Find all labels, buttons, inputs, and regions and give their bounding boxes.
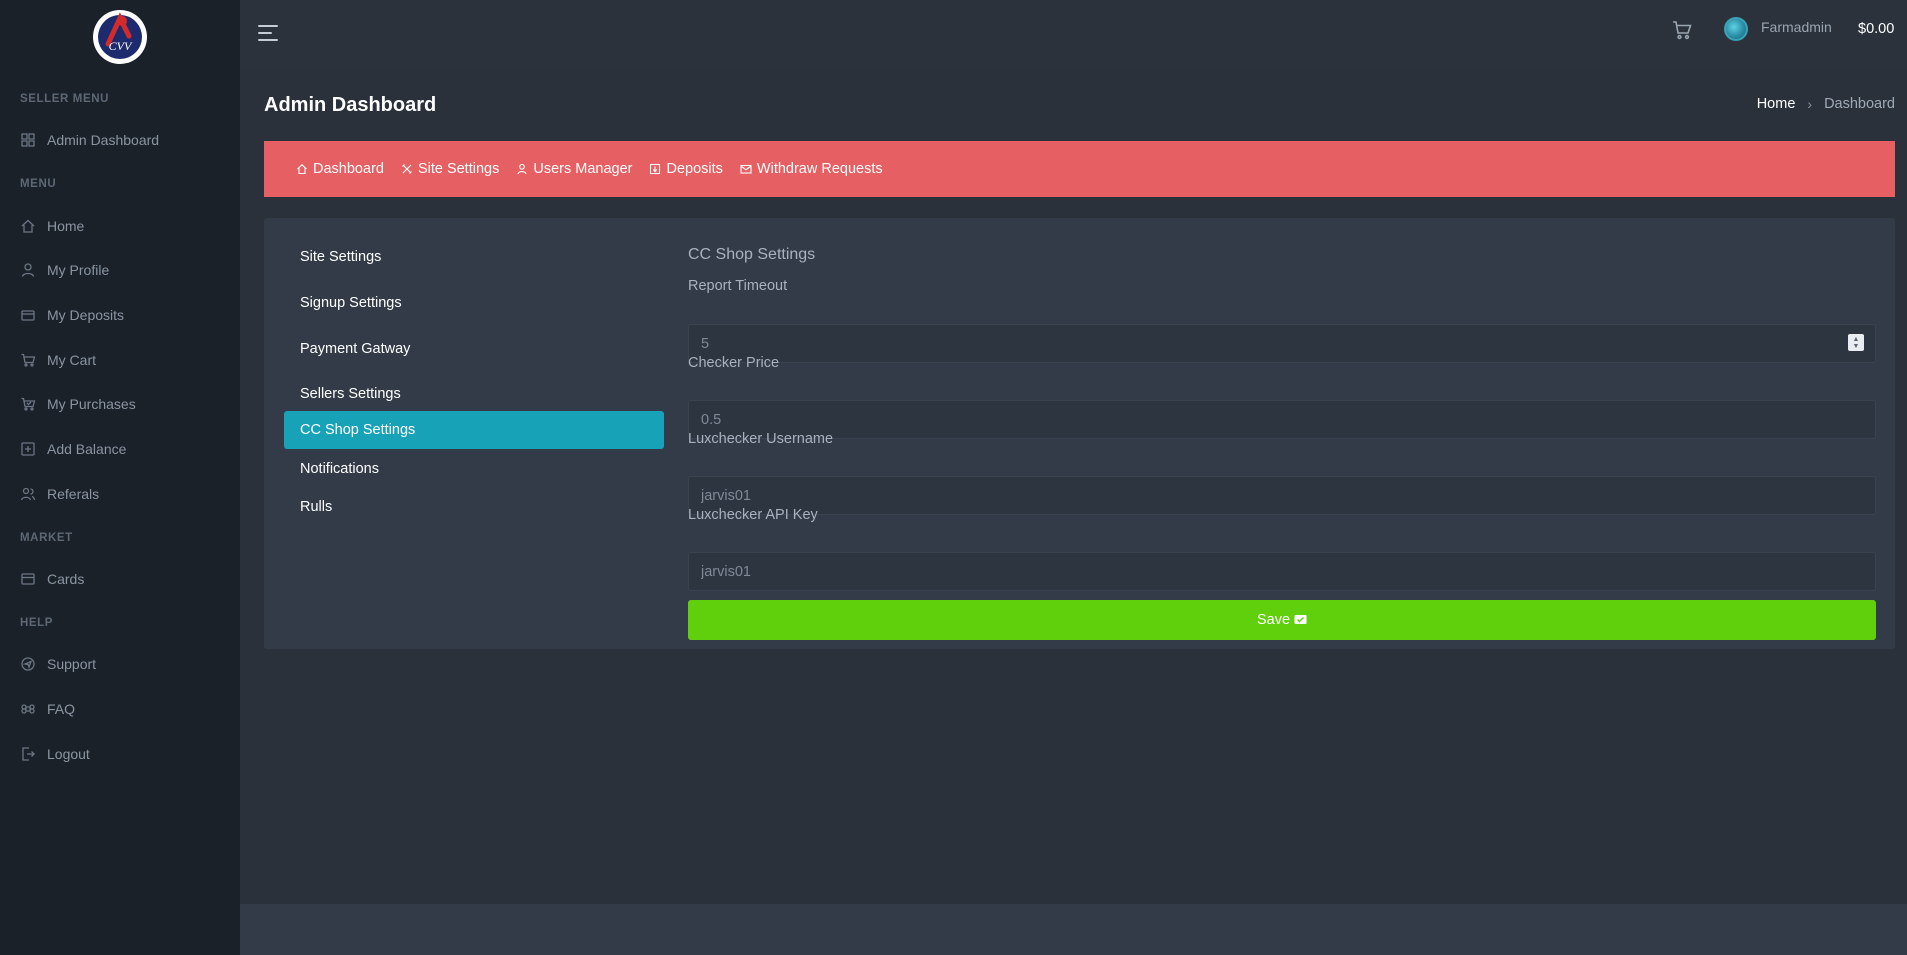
menu-heading-seller: SELLER MENU <box>20 93 110 105</box>
home-icon <box>296 163 308 175</box>
sidebar-item-logout[interactable]: Logout <box>20 737 220 771</box>
card-icon <box>20 571 36 587</box>
support-icon <box>20 656 36 672</box>
breadcrumb: Home › Dashboard <box>1757 96 1895 112</box>
checker-price-label: Checker Price <box>688 355 780 371</box>
settings-nav-cc-shop-settings[interactable]: CC Shop Settings <box>284 411 664 449</box>
settings-nav-signup-settings[interactable]: Signup Settings <box>284 284 664 322</box>
sidebar-item-label: FAQ <box>47 701 76 717</box>
settings-nav-payment-gatway[interactable]: Payment Gatway <box>284 330 664 368</box>
deposit-icon <box>649 163 661 175</box>
luxchecker-api-key-input[interactable] <box>688 552 1876 591</box>
number-spinner[interactable]: ▲ ▼ <box>1848 334 1864 351</box>
menu-heading-market: MARKET <box>20 532 73 544</box>
sidebar-item-my-profile[interactable]: My Profile <box>20 253 220 287</box>
sidebar-item-label: My Profile <box>47 262 110 278</box>
form-title: CC Shop Settings <box>688 246 816 263</box>
breadcrumb-home-link[interactable]: Home <box>1757 96 1796 112</box>
admin-nav-label: Users Manager <box>533 161 633 177</box>
settings-nav-sellers-settings[interactable]: Sellers Settings <box>284 375 664 413</box>
cart-icon[interactable] <box>1671 19 1693 41</box>
user-icon <box>20 262 36 278</box>
svg-text:CVV: CVV <box>109 39 133 53</box>
breadcrumb-current: Dashboard <box>1824 96 1895 112</box>
admin-nav-label: Withdraw Requests <box>756 161 883 177</box>
envelope-icon <box>740 163 752 175</box>
admin-nav-site-settings[interactable]: Site Settings <box>401 161 499 177</box>
footer <box>240 904 1907 955</box>
sidebar-item-support[interactable]: Support <box>20 647 220 681</box>
sidebar-item-label: Cards <box>47 571 85 587</box>
checker-price-input[interactable] <box>688 400 1876 439</box>
sidebar-item-label: Referals <box>47 486 100 502</box>
envelope-check-icon <box>1294 614 1307 626</box>
sidebar-item-label: My Deposits <box>47 307 125 323</box>
logout-icon <box>20 746 36 762</box>
sidebar-item-label: Add Balance <box>47 441 127 457</box>
luxchecker-username-input[interactable] <box>688 476 1876 515</box>
cvv-logo-icon: CVV <box>94 11 146 63</box>
plus-square-icon <box>20 441 36 457</box>
admin-nav-label: Deposits <box>666 161 723 177</box>
menu-heading-menu: MENU <box>20 178 57 190</box>
sidebar-item-label: My Cart <box>47 352 96 368</box>
settings-card: Site Settings Signup Settings Payment Ga… <box>264 218 1895 649</box>
sidebar-item-referals[interactable]: Referals <box>20 477 220 511</box>
sidebar-item-label: Logout <box>47 746 90 762</box>
admin-nav-label: Dashboard <box>313 161 384 177</box>
grid-icon <box>20 132 36 148</box>
sidebar-item-faq[interactable]: FAQ <box>20 692 220 726</box>
breadcrumb-separator: › <box>1807 96 1813 112</box>
sidebar-item-label: Support <box>47 656 97 672</box>
balance-amount: $0.00 <box>1858 21 1895 37</box>
admin-nav-dashboard[interactable]: Dashboard <box>296 161 384 177</box>
command-icon <box>20 701 36 717</box>
cart-icon <box>20 352 36 368</box>
sidebar-item-cards[interactable]: Cards <box>20 562 220 596</box>
sidebar-item-label: Home <box>47 218 85 234</box>
sidebar-item-home[interactable]: Home <box>20 209 220 243</box>
admin-nav-users-manager[interactable]: Users Manager <box>516 161 632 177</box>
sidebar: CVV SELLER MENU Admin Dashboard MENU Hom… <box>0 0 240 955</box>
sidebar-item-my-deposits[interactable]: My Deposits <box>20 298 220 332</box>
wallet-icon <box>20 307 36 323</box>
luxchecker-username-label: Luxchecker Username <box>688 431 834 447</box>
topbar: Farmadmin $0.00 <box>240 0 1907 68</box>
report-timeout-label: Report Timeout <box>688 278 788 294</box>
save-button[interactable]: Save <box>688 600 1876 640</box>
luxchecker-api-key-label: Luxchecker API Key <box>688 507 818 523</box>
sidebar-item-label: My Purchases <box>47 396 136 412</box>
sidebar-item-label: Admin Dashboard <box>47 132 160 148</box>
page-title: Admin Dashboard <box>264 94 437 116</box>
settings-nav-notifications[interactable]: Notifications <box>284 450 664 488</box>
sidebar-item-my-purchases[interactable]: My Purchases <box>20 387 220 421</box>
sidebar-item-my-cart[interactable]: My Cart <box>20 343 220 377</box>
admin-nav-deposits[interactable]: Deposits <box>649 161 723 177</box>
report-timeout-input[interactable] <box>688 324 1876 363</box>
hamburger-menu-icon[interactable] <box>258 25 278 43</box>
settings-nav-rulls[interactable]: Rulls <box>284 488 664 526</box>
settings-nav-site-settings[interactable]: Site Settings <box>284 238 664 276</box>
save-button-label: Save <box>1256 612 1291 628</box>
sidebar-item-admin-dashboard[interactable]: Admin Dashboard <box>20 123 220 157</box>
admin-nav-label: Site Settings <box>417 161 500 177</box>
admin-nav-bar: Dashboard Site Settings Users Manager De… <box>264 141 1895 197</box>
avatar[interactable] <box>1724 17 1748 41</box>
cart-check-icon <box>20 396 36 412</box>
admin-nav-withdraw-requests[interactable]: Withdraw Requests <box>740 161 883 177</box>
username[interactable]: Farmadmin <box>1761 19 1832 35</box>
home-icon <box>20 218 36 234</box>
menu-heading-help: HELP <box>20 617 54 629</box>
user-icon <box>516 163 528 175</box>
tools-icon <box>401 163 413 175</box>
users-icon <box>20 486 36 502</box>
brand-logo[interactable]: CVV <box>93 10 147 64</box>
sidebar-item-add-balance[interactable]: Add Balance <box>20 432 220 466</box>
